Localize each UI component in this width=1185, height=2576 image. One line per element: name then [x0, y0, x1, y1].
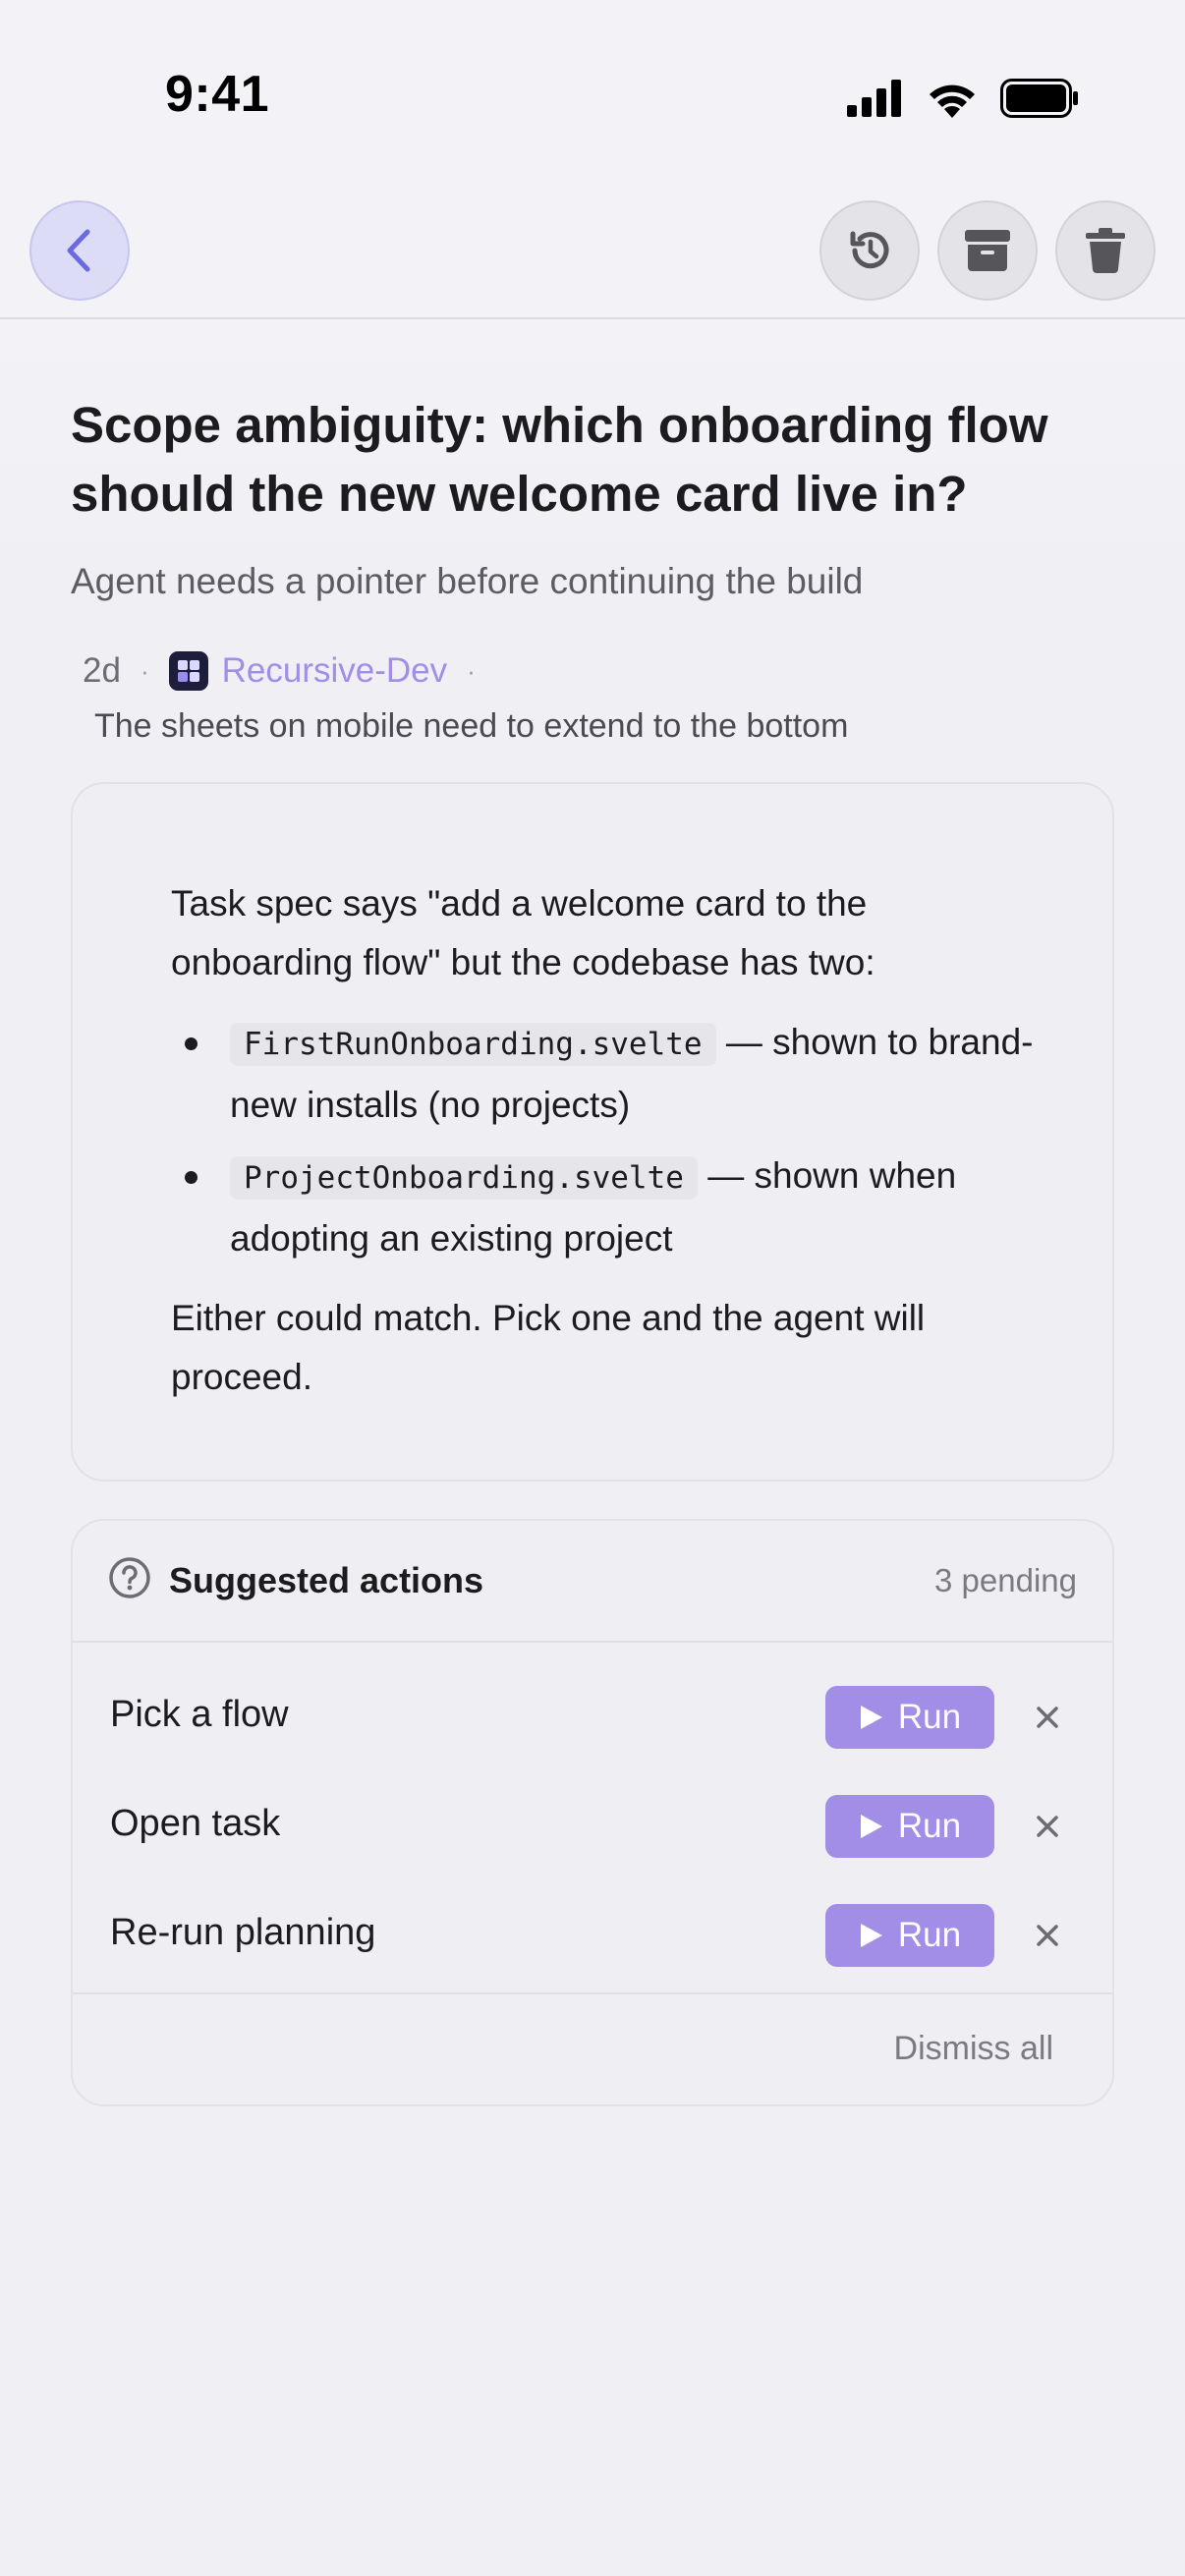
- description-outro: Either could match. Pick one and the age…: [171, 1298, 926, 1397]
- close-icon: [1037, 1707, 1058, 1728]
- status-bar: 9:41: [0, 0, 1185, 187]
- wifi-icon: [930, 84, 975, 118]
- close-icon: [1037, 1816, 1058, 1837]
- message-preview: The sheets on mobile need to extend to t…: [94, 707, 849, 745]
- nav-divider: [0, 317, 1185, 319]
- separator-dot: ·: [467, 655, 476, 686]
- play-icon: [860, 1924, 882, 1947]
- play-icon: [860, 1815, 882, 1838]
- action-label: Pick a flow: [110, 1694, 289, 1735]
- pending-count: 3 pending: [934, 1562, 1077, 1598]
- delete-button[interactable]: [1055, 200, 1156, 301]
- archive-button[interactable]: [937, 200, 1038, 301]
- app-logo-icon: [168, 651, 208, 691]
- suggested-actions-header: Suggested actions 3 pending: [73, 1521, 1112, 1641]
- action-row: Open task Run: [73, 1773, 1112, 1881]
- status-time: 9:41: [165, 66, 270, 123]
- battery-icon: [1000, 79, 1078, 118]
- run-button-label: Run: [897, 1807, 962, 1845]
- code-snippet: ProjectOnboarding.svelte: [230, 1156, 698, 1200]
- divider: [73, 1992, 1112, 1994]
- flow-list: FirstRunOnboarding.svelte — shown to bra…: [171, 1012, 1036, 1269]
- list-item: FirstRunOnboarding.svelte — shown to bra…: [171, 1012, 1036, 1136]
- meta-row: 2d · Recursive-Dev ·: [83, 646, 495, 696]
- description-body: Task spec says "add a welcome card to th…: [171, 874, 1036, 1427]
- history-icon: [850, 231, 889, 269]
- dismiss-button[interactable]: [1024, 1912, 1071, 1959]
- action-label: Re-run planning: [110, 1912, 376, 1953]
- dismiss-button[interactable]: [1024, 1694, 1071, 1741]
- list-item: ProjectOnboarding.svelte — shown when ad…: [171, 1146, 1036, 1269]
- description-intro: Task spec says "add a welcome card to th…: [171, 883, 875, 982]
- screen: 9:41 Scope ambiguity: which onboarding f…: [0, 0, 1185, 2576]
- question-circle-icon: [109, 1557, 150, 1598]
- run-button[interactable]: Run: [825, 1795, 994, 1858]
- separator-dot: ·: [140, 655, 149, 686]
- suggested-actions-title: Suggested actions: [169, 1560, 484, 1600]
- page-subtitle: Agent needs a pointer before continuing …: [71, 561, 864, 601]
- page-title: Scope ambiguity: which onboarding flow s…: [71, 397, 1048, 522]
- history-button[interactable]: [819, 200, 920, 301]
- status-icons: [847, 77, 1079, 120]
- code-snippet: FirstRunOnboarding.svelte: [230, 1023, 716, 1066]
- chevron-left-icon: [67, 229, 90, 272]
- archive-icon: [965, 230, 1010, 271]
- close-icon: [1037, 1925, 1058, 1946]
- trash-icon: [1086, 228, 1125, 273]
- app-name-link[interactable]: Recursive-Dev: [222, 651, 448, 691]
- action-label: Open task: [110, 1803, 281, 1844]
- cellular-signal-icon: [847, 80, 901, 117]
- action-row: Re-run planning Run: [73, 1882, 1112, 1990]
- age-label: 2d: [83, 651, 121, 690]
- suggested-actions-panel: Suggested actions 3 pending Pick a flow …: [71, 1519, 1114, 2106]
- run-button[interactable]: Run: [825, 1904, 994, 1967]
- dismiss-button[interactable]: [1024, 1803, 1071, 1850]
- back-button[interactable]: [29, 200, 130, 301]
- run-button[interactable]: Run: [825, 1686, 994, 1749]
- run-button-label: Run: [897, 1698, 962, 1736]
- divider: [73, 1641, 1112, 1643]
- run-button-label: Run: [897, 1916, 962, 1954]
- play-icon: [860, 1706, 882, 1729]
- dismiss-all-button[interactable]: Dismiss all: [894, 2030, 1053, 2068]
- action-row: Pick a flow Run: [73, 1664, 1112, 1772]
- description-card: Task spec says "add a welcome card to th…: [71, 782, 1114, 1482]
